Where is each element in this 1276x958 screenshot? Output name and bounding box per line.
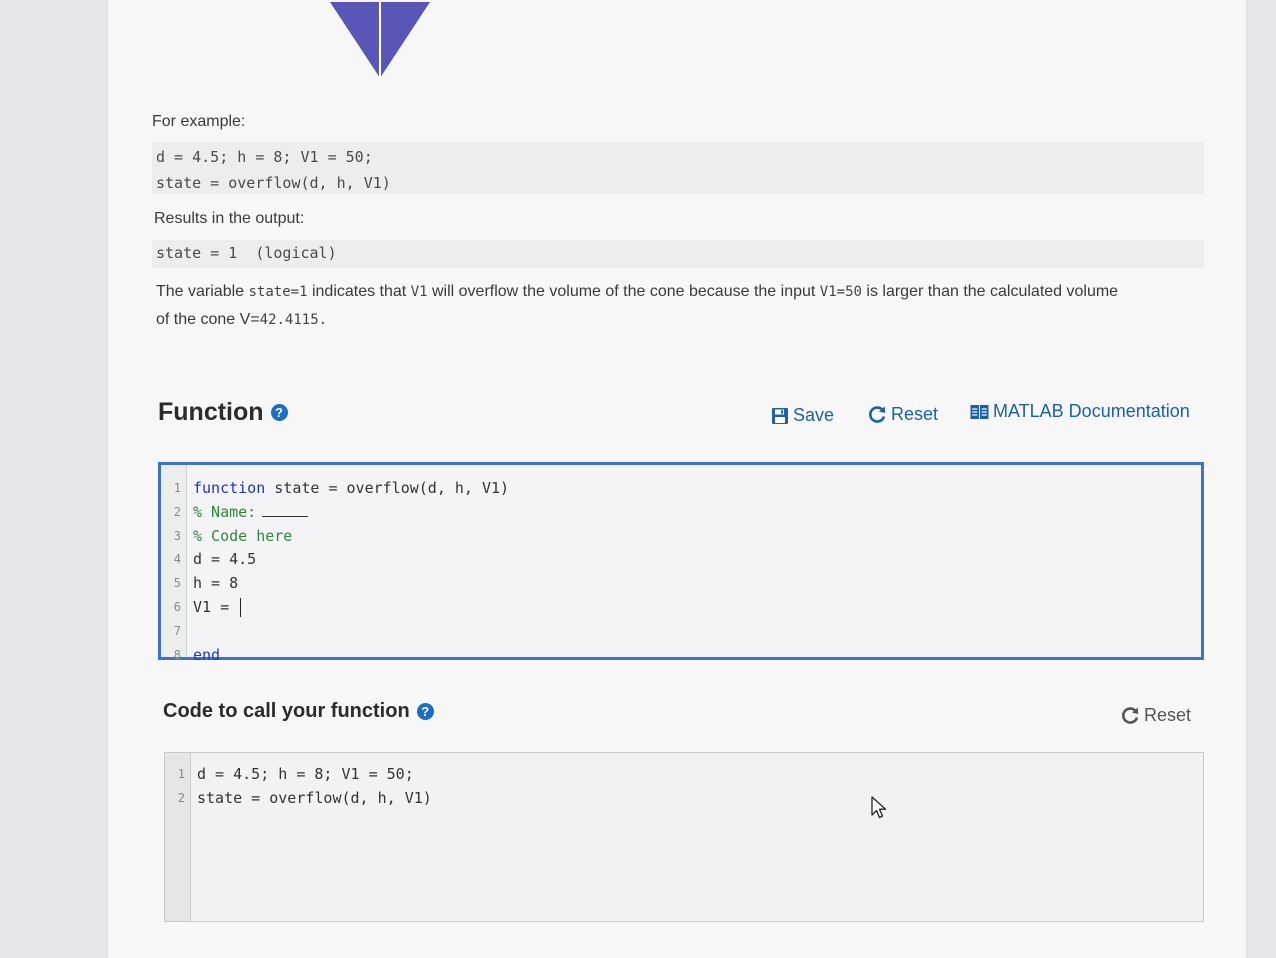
line-number-gutter: 1 2 xyxy=(165,753,191,921)
code-line[interactable]: d = 4.5; h = 8; V1 = 50; xyxy=(197,763,432,787)
explanation-paragraph: The variable state=1 indicates that V1 w… xyxy=(156,278,1166,334)
function-code-editor[interactable]: 1 2 3 4 5 6 7 8 function state = overflo… xyxy=(158,462,1204,664)
line-number: 7 xyxy=(173,623,181,638)
code-area[interactable]: d = 4.5; h = 8; V1 = 50; state = overflo… xyxy=(197,763,432,811)
line-number: 4 xyxy=(173,552,181,567)
output-intro: Results in the output: xyxy=(154,210,305,227)
reset-label: Reset xyxy=(891,404,939,424)
inline-code: state=1 xyxy=(248,284,308,300)
explanation-text: will overflow the volume of the cone bec… xyxy=(427,283,820,300)
explanation-text: of the cone V= xyxy=(156,311,260,328)
line-number: 3 xyxy=(173,528,181,543)
code-line[interactable]: state = overflow(d, h, V1) xyxy=(197,787,432,811)
code-line[interactable]: % Code here xyxy=(193,525,1201,549)
explanation-text: indicates that xyxy=(307,283,411,300)
reset-icon xyxy=(869,406,886,423)
example-code-block: d = 4.5; h = 8; V1 = 50; state = overflo… xyxy=(152,142,1204,194)
line-number: 1 xyxy=(177,767,185,781)
reset-icon xyxy=(1122,707,1139,724)
example-intro: For example: xyxy=(152,113,246,130)
example-code-line: state = overflow(d, h, V1) xyxy=(156,174,391,192)
explanation-text: The variable xyxy=(156,283,249,300)
call-title: Code to call your function xyxy=(163,700,410,722)
matlab-documentation-link[interactable]: MATLAB Documentation xyxy=(970,401,1190,422)
code-line[interactable]: function state = overflow(d, h, V1) xyxy=(193,477,1201,501)
code-area[interactable]: function state = overflow(d, h, V1) % Na… xyxy=(193,477,1201,667)
save-button[interactable]: Save xyxy=(771,405,834,426)
line-number: 2 xyxy=(173,504,181,519)
code-line[interactable]: % Name: xyxy=(193,501,1201,525)
output-code-block: state = 1 (logical) xyxy=(152,240,1204,268)
code-line[interactable] xyxy=(193,620,1201,644)
call-code-editor[interactable]: 1 2 d = 4.5; h = 8; V1 = 50; state = ove… xyxy=(164,752,1204,922)
explanation-text: is larger than the calculated volume xyxy=(861,283,1119,300)
mouse-pointer-icon xyxy=(871,796,887,819)
line-number: 6 xyxy=(173,599,181,614)
docs-label: MATLAB Documentation xyxy=(993,401,1190,421)
reset-label: Reset xyxy=(1144,705,1192,725)
line-number: 2 xyxy=(177,790,185,805)
call-reset-button[interactable]: Reset xyxy=(1121,705,1191,726)
code-line[interactable]: d = 4.5 xyxy=(193,548,1201,572)
comment: % Name: xyxy=(193,502,257,521)
code-line[interactable]: h = 8 xyxy=(193,572,1201,596)
reset-button[interactable]: Reset xyxy=(868,404,938,425)
name-blank xyxy=(262,502,309,517)
help-icon[interactable]: ? xyxy=(270,404,288,421)
book-icon xyxy=(970,404,989,419)
call-header: Code to call your function ? xyxy=(163,700,434,723)
example-code-line: d = 4.5; h = 8; V1 = 50; xyxy=(156,148,373,166)
line-number-gutter: 1 2 3 4 5 6 7 8 xyxy=(161,465,187,662)
inline-code: V1=50 xyxy=(819,284,862,300)
output-code-line: state = 1 (logical) xyxy=(156,244,337,262)
code-line[interactable]: V1 = xyxy=(193,596,1201,620)
inline-code: 42.4115. xyxy=(259,312,328,328)
text-caret xyxy=(240,597,242,617)
help-icon[interactable]: ? xyxy=(416,703,434,720)
save-label: Save xyxy=(793,405,835,425)
code-line[interactable]: end xyxy=(193,644,1201,668)
function-header: Function ? xyxy=(158,398,288,427)
line-number: 1 xyxy=(173,481,181,495)
function-title: Function xyxy=(158,398,264,426)
line-number: 8 xyxy=(173,647,181,662)
save-icon xyxy=(772,407,788,424)
inline-code: V1 xyxy=(410,284,428,300)
code-text: V1 = xyxy=(193,597,239,616)
code-text: state = overflow(d, h, V1) xyxy=(265,479,510,497)
keyword: function xyxy=(193,479,266,497)
line-number: 5 xyxy=(173,576,181,591)
cone-figure xyxy=(330,2,430,78)
